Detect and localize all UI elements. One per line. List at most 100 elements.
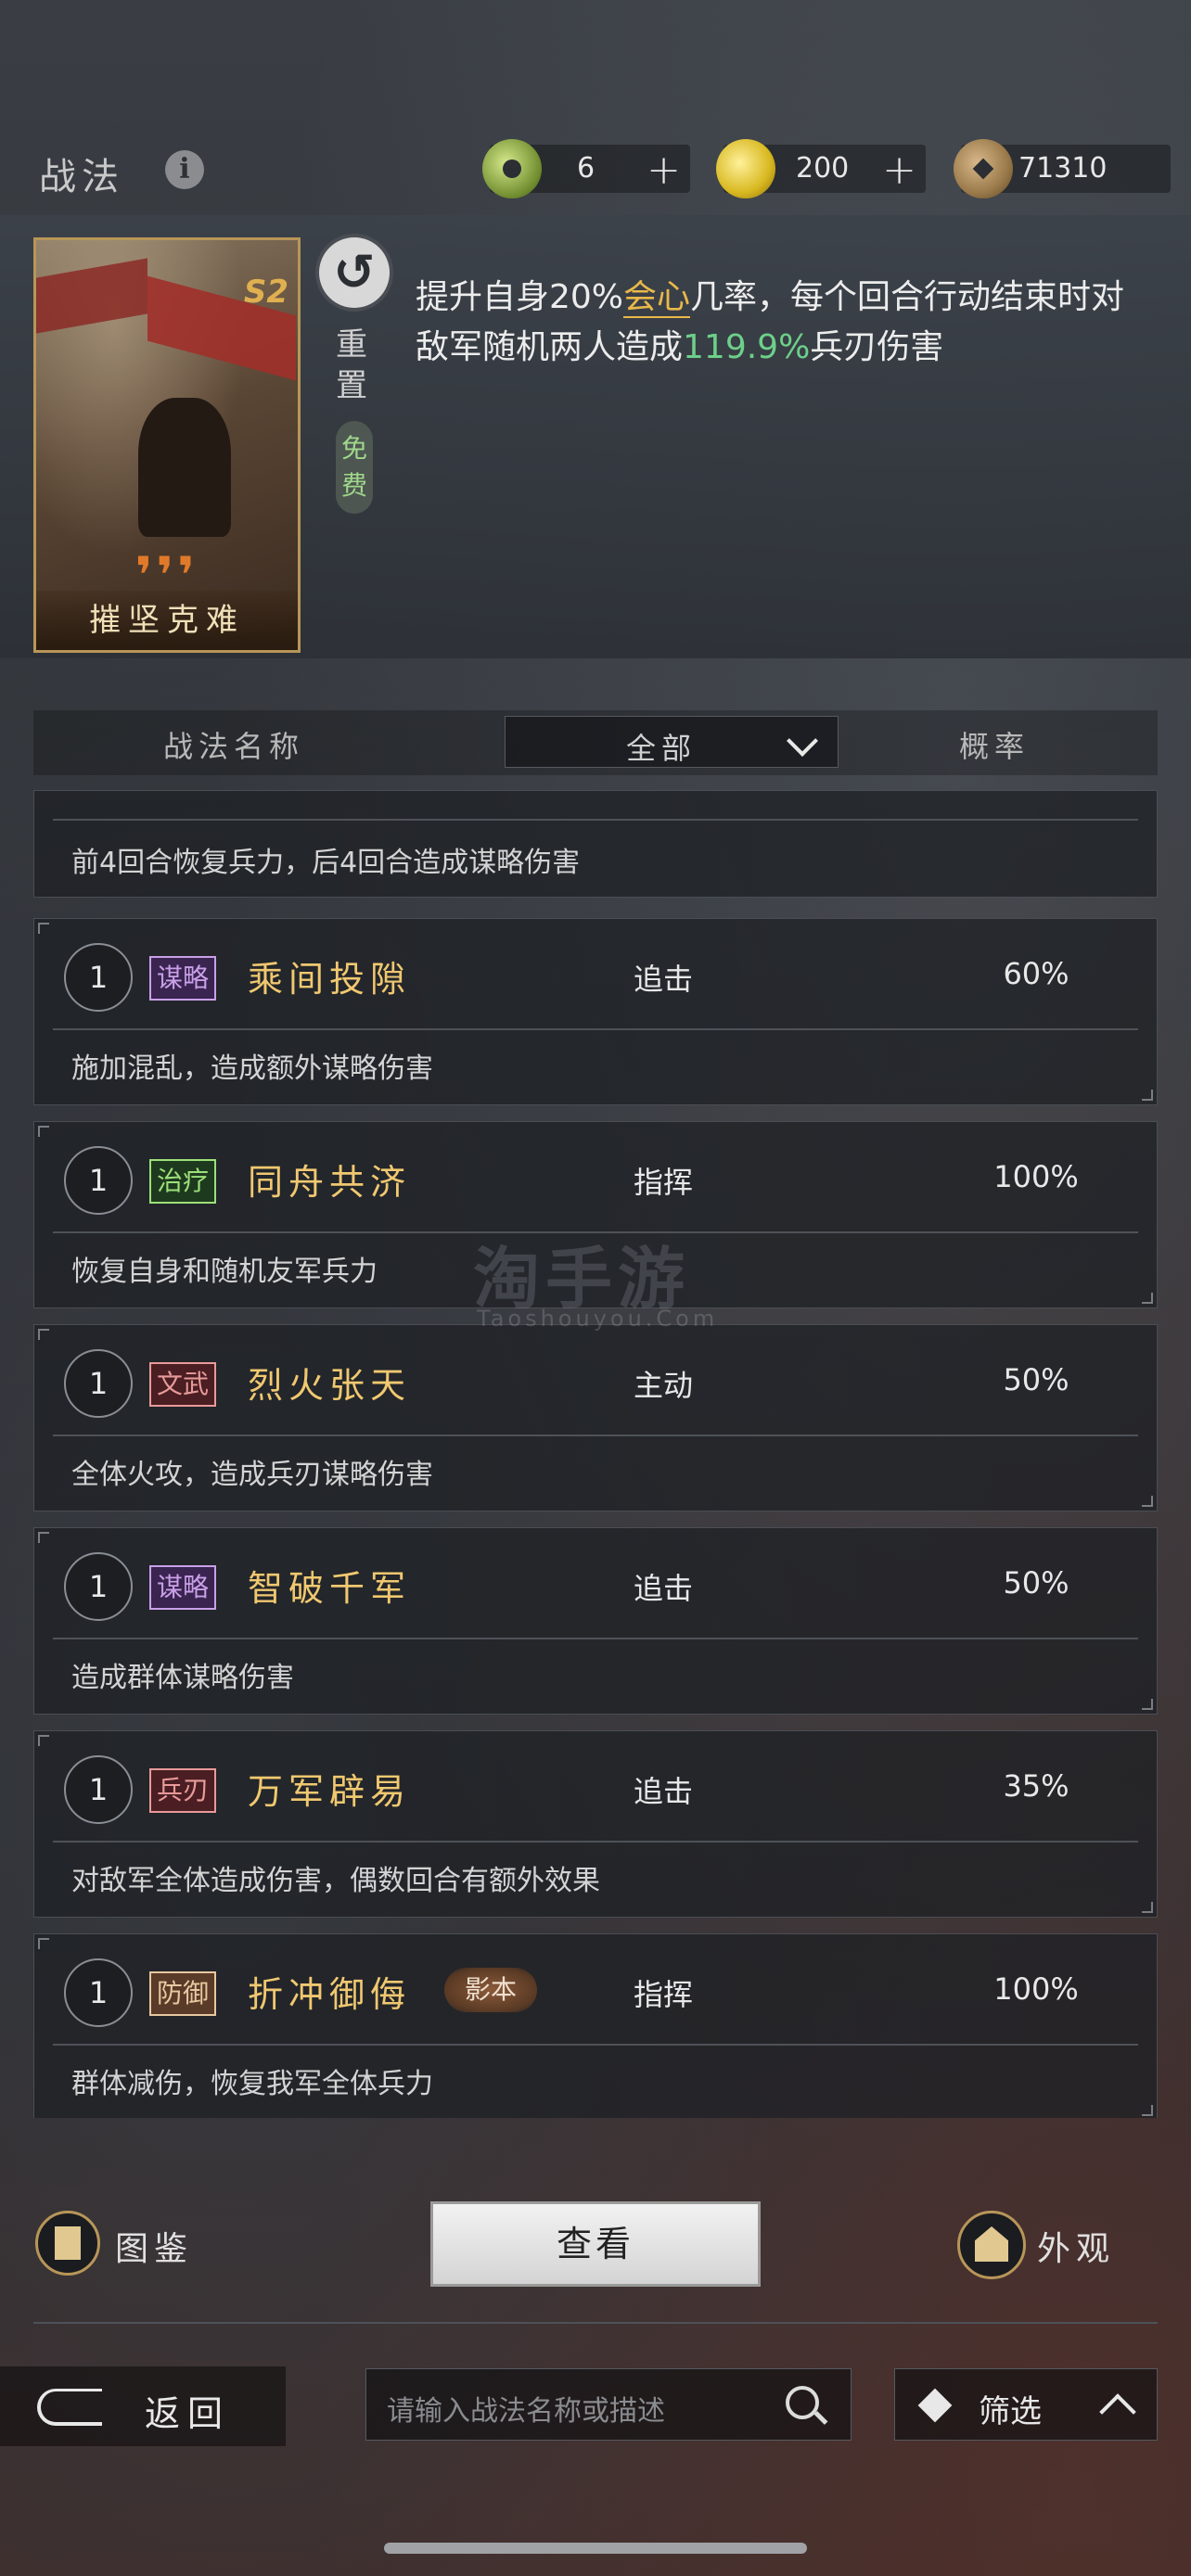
skill-probability: 100% xyxy=(993,1971,1079,2007)
page-title: 战法 xyxy=(39,156,124,198)
skill-probability: 35% xyxy=(1003,1768,1069,1804)
type-filter-dropdown[interactable]: 全部 xyxy=(505,716,839,768)
jade-value: 6 xyxy=(577,152,596,185)
skill-desc: 对敌军全体造成伤害，偶数回合有额外效果 xyxy=(71,1865,600,1897)
skill-type: 追击 xyxy=(634,1571,694,1606)
skill-level: 1 xyxy=(64,1958,133,2027)
skill-desc: 施加混乱，造成额外谋略伤害 xyxy=(71,1052,433,1085)
skill-desc: 造成群体谋略伤害 xyxy=(71,1662,294,1694)
filter-label: 筛选 xyxy=(979,2393,1042,2430)
reset-label[interactable]: 重置 xyxy=(336,325,373,406)
featured-skill-panel: S2 ❜❜❜ 摧坚克难 重置 免费 提升自身20%会心几率，每个回合行动结束时对… xyxy=(0,215,1191,658)
list-item[interactable]: 1 兵刃 万军辟易 追击 35% 对敌军全体造成伤害，偶数回合有额外效果 xyxy=(33,1730,1158,1918)
skill-desc: 全体火攻，造成兵刃谋略伤害 xyxy=(71,1459,433,1491)
card-art xyxy=(36,258,147,334)
list-header: 战法名称 全部 概率 xyxy=(33,710,1158,775)
filter-icon xyxy=(917,2388,953,2423)
divider xyxy=(33,2322,1158,2324)
skill-name: 同舟共济 xyxy=(248,1162,412,1203)
appearance-label[interactable]: 外观 xyxy=(1037,2222,1115,2270)
skill-list[interactable]: 前4回合恢复兵力，后4回合造成谋略伤害 1 谋略 乘间投隙 追击 60% 施加混… xyxy=(33,790,1158,2118)
skill-tag: 文武 xyxy=(149,1362,217,1407)
chevron-up-icon xyxy=(1099,2393,1136,2430)
skill-name: 烈火张天 xyxy=(248,1365,412,1406)
filter-button[interactable]: 筛选 xyxy=(894,2368,1158,2441)
skill-probability: 50% xyxy=(1003,1565,1069,1600)
copper-resource: 71310 xyxy=(954,139,1171,198)
skill-desc: 前4回合恢复兵力，后4回合造成谋略伤害 xyxy=(71,847,581,879)
back-arrow-icon xyxy=(37,2389,102,2426)
skill-name: 万军辟易 xyxy=(248,1771,412,1812)
probability-column-header[interactable]: 概率 xyxy=(959,723,1030,766)
atlas-icon[interactable] xyxy=(35,2211,100,2276)
skill-tag: 兵刃 xyxy=(149,1768,217,1813)
gold-icon xyxy=(716,139,775,198)
atlas-label[interactable]: 图鉴 xyxy=(115,2222,193,2270)
gold-resource: 200 + xyxy=(716,139,926,198)
divider xyxy=(53,1841,1138,1843)
skill-type: 指挥 xyxy=(634,1977,694,2012)
divider xyxy=(53,1435,1138,1436)
list-item[interactable]: 1 谋略 智破千军 追击 50% 造成群体谋略伤害 xyxy=(33,1527,1158,1715)
desc-text: 兵刃伤害 xyxy=(810,328,944,366)
skill-tag: 谋略 xyxy=(149,1565,217,1610)
skill-name: 乘间投隙 xyxy=(248,959,412,1000)
search-placeholder: 请输入战法名称或描述 xyxy=(387,2395,665,2428)
watermark-sub: Taoshouyou.Com xyxy=(477,1306,719,1332)
card-name: 摧坚克难 xyxy=(36,591,298,650)
back-label: 返回 xyxy=(145,2393,231,2434)
skill-name: 智破千军 xyxy=(248,1568,412,1609)
free-badge: 免费 xyxy=(336,421,373,514)
skill-description: 提升自身20%会心几率，每个回合行动结束时对敌军随机两人造成119.9%兵刃伤害 xyxy=(416,273,1148,373)
add-jade-button[interactable]: + xyxy=(647,147,681,194)
appearance-icon[interactable] xyxy=(957,2211,1026,2279)
divider xyxy=(53,1638,1138,1639)
copper-coin-icon xyxy=(954,139,1013,198)
skill-level: 1 xyxy=(64,1349,133,1418)
reset-icon[interactable] xyxy=(319,237,390,308)
top-bar: 战法 i 6 + 200 + 71310 xyxy=(0,130,1191,213)
skill-probability: 50% xyxy=(1003,1362,1069,1397)
back-button[interactable]: 返回 xyxy=(0,2366,286,2446)
jade-icon xyxy=(482,139,542,198)
skill-level: 1 xyxy=(64,1755,133,1824)
view-button[interactable]: 查看 xyxy=(430,2201,761,2287)
list-item[interactable]: 1 谋略 乘间投隙 追击 60% 施加混乱，造成额外谋略伤害 xyxy=(33,918,1158,1105)
skill-level: 1 xyxy=(64,1146,133,1215)
list-item[interactable]: 1 文武 烈火张天 主动 50% 全体火攻，造成兵刃谋略伤害 xyxy=(33,1324,1158,1511)
skill-tag: 防御 xyxy=(149,1971,217,2016)
search-input[interactable]: 请输入战法名称或描述 xyxy=(365,2368,852,2441)
skill-probability: 100% xyxy=(993,1159,1079,1194)
copper-value: 71310 xyxy=(1018,152,1108,185)
gold-value: 200 xyxy=(796,152,850,185)
skill-desc: 群体减伤，恢复我军全体兵力 xyxy=(71,2068,433,2100)
list-item[interactable]: 前4回合恢复兵力，后4回合造成谋略伤害 xyxy=(33,790,1158,898)
desc-keyword-link[interactable]: 会心 xyxy=(623,278,691,318)
add-gold-button[interactable]: + xyxy=(882,147,916,194)
divider xyxy=(53,819,1138,821)
season-badge: S2 xyxy=(243,274,288,311)
divider xyxy=(53,2044,1138,2046)
skill-type: 指挥 xyxy=(634,1165,694,1200)
skill-level: 1 xyxy=(64,943,133,1012)
shadow-copy-badge: 影本 xyxy=(444,1968,538,2012)
skill-probability: 60% xyxy=(1003,956,1069,991)
desc-text: 提升自身20% xyxy=(416,278,624,316)
type-filter-value: 全部 xyxy=(626,731,698,766)
card-art-rider xyxy=(138,398,231,537)
name-column-header: 战法名称 xyxy=(163,729,305,764)
skill-name: 折冲御侮 xyxy=(248,1974,412,2015)
skill-type: 追击 xyxy=(634,962,694,997)
divider xyxy=(53,1028,1138,1030)
home-indicator[interactable] xyxy=(384,2543,807,2554)
info-icon[interactable]: i xyxy=(165,150,204,189)
skill-tag: 谋略 xyxy=(149,956,217,1001)
skill-level: 1 xyxy=(64,1552,133,1621)
list-item[interactable]: 1 防御 折冲御侮 影本 指挥 100% 群体减伤，恢复我军全体兵力 xyxy=(33,1933,1158,2118)
skill-desc: 恢复自身和随机友军兵力 xyxy=(71,1256,378,1288)
skill-tag: 治疗 xyxy=(149,1159,217,1204)
skill-card[interactable]: S2 ❜❜❜ 摧坚克难 xyxy=(33,237,301,653)
search-icon[interactable] xyxy=(786,2386,819,2419)
skill-type: 追击 xyxy=(634,1774,694,1809)
skill-type: 主动 xyxy=(634,1368,694,1403)
